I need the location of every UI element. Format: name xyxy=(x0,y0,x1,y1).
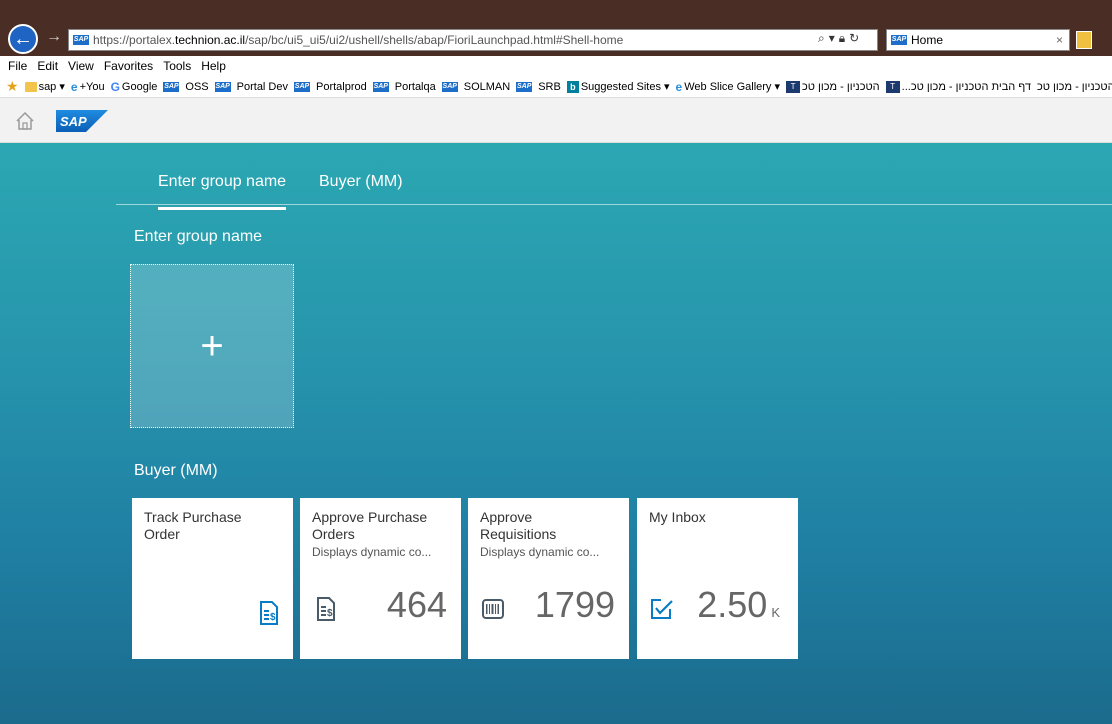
url-text: https://portalex.technion.ac.il/sap/bc/u… xyxy=(93,33,624,47)
sap-favicon-icon: SAP xyxy=(214,81,231,92)
favorite-suggested-sites[interactable]: b Suggested Sites ▾ xyxy=(566,80,670,93)
tile-number: 2.50 K xyxy=(697,584,780,625)
technion-icon: T xyxy=(885,80,900,93)
menu-tools[interactable]: Tools xyxy=(163,59,191,73)
tile-title: Track Purchase Order xyxy=(144,509,242,542)
tile-track-purchase-order[interactable]: Track Purchase Order $ xyxy=(132,498,293,659)
browser-tab-home[interactable]: SAP Home × xyxy=(886,29,1070,51)
tile-title: My Inbox xyxy=(649,509,706,525)
favorite-sap[interactable]: sap ▾ xyxy=(24,80,65,93)
favorite-technion-3[interactable]: דף הבית הטכניון - מכון טכ xyxy=(1037,81,1112,93)
favorite-technion-2[interactable]: T ...דף הבית הטכניון - מכון טכ xyxy=(885,80,1031,93)
barcode-icon xyxy=(482,599,504,619)
favorite-srb[interactable]: SAP SRB xyxy=(516,81,561,93)
sap-favicon-icon: SAP xyxy=(516,81,533,92)
sap-favicon-icon: SAP xyxy=(163,81,180,92)
tab-title: Home xyxy=(911,33,944,47)
tile-my-inbox[interactable]: My Inbox 2.50 K xyxy=(637,498,798,659)
address-bar[interactable]: SAP https://portalex.technion.ac.il/sap/… xyxy=(68,29,878,51)
group-title-enter-group-name[interactable]: Enter group name xyxy=(134,228,262,246)
tile-unit: K xyxy=(771,605,780,620)
menu-favorites[interactable]: Favorites xyxy=(104,59,153,73)
svg-text:$: $ xyxy=(270,612,276,623)
refresh-icon[interactable]: ↻ xyxy=(849,31,859,46)
add-tile-button[interactable]: + xyxy=(130,264,294,428)
sap-favicon-icon: SAP xyxy=(73,35,89,45)
browser-titlebar: ← → SAP https://portalex.technion.ac.il/… xyxy=(0,0,1112,56)
favorite-portalqa[interactable]: SAP Portalqa xyxy=(372,81,436,93)
sap-favicon-icon: SAP xyxy=(294,81,310,92)
sap-logo: SAP xyxy=(56,110,108,132)
tile-title: Approve Requisitions xyxy=(480,509,557,542)
menu-edit[interactable]: Edit xyxy=(37,59,58,73)
search-icon[interactable]: ⌕ xyxy=(818,31,825,46)
svg-text:SAP: SAP xyxy=(60,114,87,129)
tile-subtitle: Displays dynamic co... xyxy=(312,545,432,559)
close-icon[interactable]: × xyxy=(1056,33,1063,47)
tile-approve-purchase-orders[interactable]: Approve Purchase Orders Displays dynamic… xyxy=(300,498,461,659)
sap-favicon-icon: SAP xyxy=(372,81,389,92)
favorite-portal-dev[interactable]: SAP Portal Dev xyxy=(214,81,288,93)
favorites-star-icon[interactable]: ★ xyxy=(6,78,19,95)
forward-arrow-icon[interactable]: → xyxy=(46,28,62,46)
favorite-web-slice-gallery[interactable]: e Web Slice Gallery ▾ xyxy=(676,80,780,94)
menu-help[interactable]: Help xyxy=(201,59,226,73)
folder-icon xyxy=(24,81,37,92)
tile-approve-requisitions[interactable]: Approve Requisitions Displays dynamic co… xyxy=(468,498,629,659)
new-tab-icon[interactable] xyxy=(1076,31,1092,49)
tile-title: Approve Purchase Orders xyxy=(312,509,428,542)
tile-number: 464 xyxy=(386,584,447,625)
favorite-technion-1[interactable]: T הטכניון - מכון טכ xyxy=(786,80,880,93)
favorite-you[interactable]: e +You xyxy=(71,80,105,94)
group-title-buyer-mm: Buyer (MM) xyxy=(134,462,218,479)
document-dollar-icon: $ xyxy=(260,601,278,625)
technion-icon: T xyxy=(786,80,801,93)
back-arrow-icon[interactable]: ← xyxy=(8,24,38,54)
launchpad-main: Enter group name Buyer (MM) Enter group … xyxy=(0,143,1112,724)
ie-icon: e xyxy=(70,79,78,94)
lock-icon: 🔒︎ xyxy=(838,31,846,45)
favorite-solman[interactable]: SAP SOLMAN xyxy=(441,81,510,93)
dropdown-icon[interactable]: ▾ xyxy=(829,31,835,46)
tile-subtitle: Displays dynamic co... xyxy=(480,545,600,559)
shell-header: SAP xyxy=(0,98,1112,143)
inbox-check-icon xyxy=(651,599,673,619)
svg-text:$: $ xyxy=(327,608,333,619)
menu-view[interactable]: View xyxy=(68,59,94,73)
bing-icon: b xyxy=(566,80,579,93)
favorites-bar: ★ sap ▾ e +You G Google SAP OSS SAP Portal D… xyxy=(0,76,1112,98)
tile-number: 1799 xyxy=(534,584,615,625)
home-icon[interactable] xyxy=(14,110,36,132)
anchor-item-enter-group-name[interactable]: Enter group name xyxy=(158,173,287,210)
anchor-item-buyer-mm[interactable]: Buyer (MM) xyxy=(319,173,403,191)
menu-bar: File Edit View Favorites Tools Help xyxy=(0,56,1112,76)
plus-icon: + xyxy=(200,324,224,368)
sap-favicon-icon: SAP xyxy=(891,35,907,45)
menu-file[interactable]: File xyxy=(8,59,27,73)
favorite-google[interactable]: G Google xyxy=(111,80,158,94)
favorite-portalprod[interactable]: SAP Portalprod xyxy=(294,81,367,93)
favorite-oss[interactable]: SAP OSS xyxy=(163,81,209,93)
address-bar-actions: ⌕ ▾ 🔒︎ ↻ xyxy=(818,31,859,46)
ie-icon: e xyxy=(675,79,683,94)
anchor-bar: Enter group name Buyer (MM) xyxy=(116,143,1112,210)
document-dollar-icon: $ xyxy=(317,597,335,621)
google-icon: G xyxy=(110,79,120,94)
sap-favicon-icon: SAP xyxy=(441,81,458,92)
